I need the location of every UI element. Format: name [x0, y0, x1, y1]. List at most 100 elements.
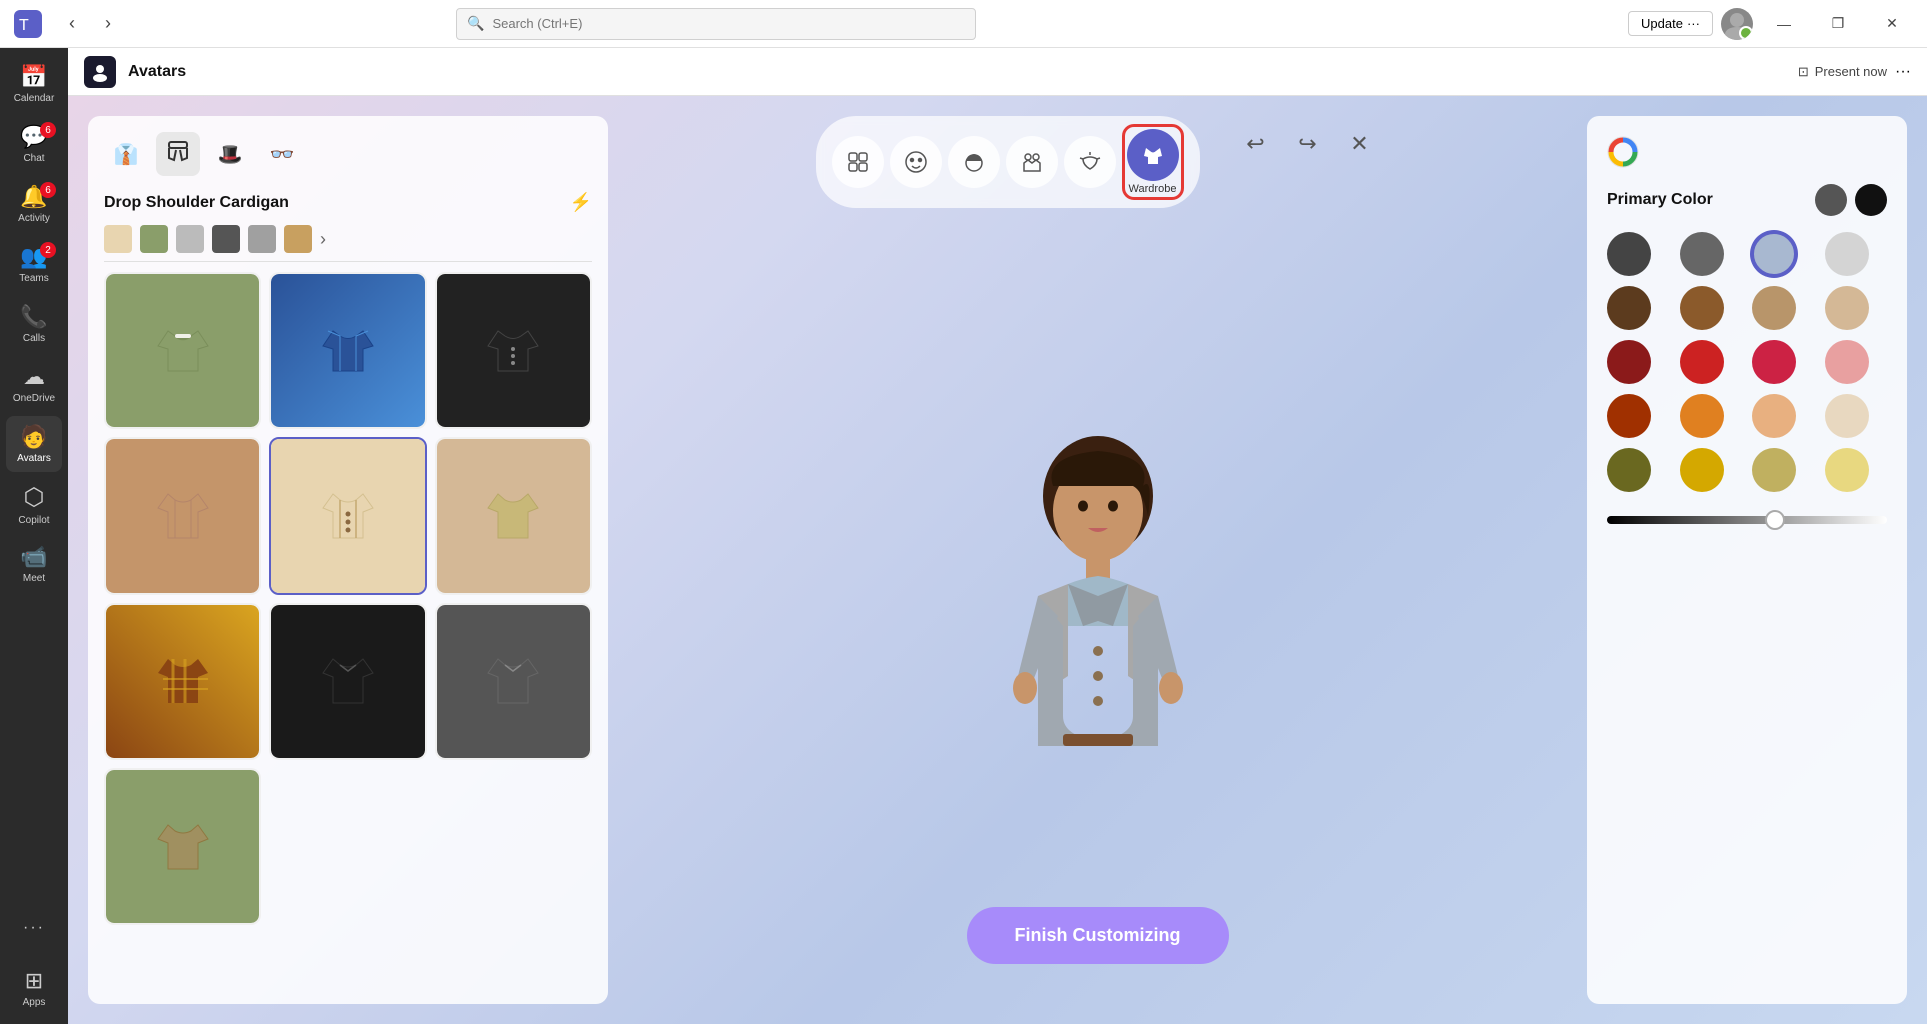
- item-khaki-jacket[interactable]: [435, 437, 592, 594]
- wardrobe-tab-hat[interactable]: 🎩: [208, 132, 252, 176]
- item-charcoal-blazer[interactable]: [435, 603, 592, 760]
- user-avatar-button[interactable]: [1721, 8, 1753, 40]
- maximize-button[interactable]: ❐: [1815, 8, 1861, 40]
- color-panel-header: [1607, 136, 1887, 168]
- calendar-icon: 📅: [20, 64, 47, 90]
- finish-customizing-button[interactable]: Finish Customizing: [967, 907, 1229, 964]
- color-swatch-olive[interactable]: [1607, 448, 1651, 492]
- wardrobe-tab-pants[interactable]: [156, 132, 200, 176]
- sidebar-label-avatars: Avatars: [17, 453, 51, 464]
- color-swatch-1[interactable]: [104, 225, 132, 253]
- toolbar-btn-hair[interactable]: [948, 136, 1000, 188]
- color-presets-row: [1815, 184, 1887, 216]
- filter-icon[interactable]: ⚡: [570, 192, 592, 213]
- item-black-blazer[interactable]: [269, 603, 426, 760]
- slider-thumb[interactable]: [1765, 510, 1785, 530]
- color-swatch-pink[interactable]: [1825, 340, 1869, 384]
- color-preset-gray[interactable]: [1815, 184, 1847, 216]
- sidebar-item-meet[interactable]: 📹 Meet: [6, 536, 62, 592]
- editor-area: 👔 🎩 👓: [68, 96, 1927, 1024]
- item-beige-cardigan[interactable]: [269, 437, 426, 594]
- glasses-icon: 👓: [270, 142, 295, 167]
- color-swatch-light-blue-gray[interactable]: [1752, 232, 1796, 276]
- color-swatch-dark-red[interactable]: [1607, 340, 1651, 384]
- sidebar-item-copilot[interactable]: ⬡ Copilot: [6, 476, 62, 532]
- color-swatch-rust[interactable]: [1607, 394, 1651, 438]
- item-military-jacket[interactable]: [435, 272, 592, 429]
- shirt-icon: 👔: [114, 142, 139, 167]
- search-bar[interactable]: 🔍: [456, 8, 976, 40]
- color-swatch-dark-gray[interactable]: [1607, 232, 1651, 276]
- color-swatch-cream[interactable]: [1825, 394, 1869, 438]
- forward-button[interactable]: ›: [92, 8, 124, 40]
- sidebar-item-apps[interactable]: ⊞ Apps: [6, 960, 62, 1016]
- toolbar-btn-wardrobe[interactable]: [1127, 129, 1179, 181]
- panel-title-row: Drop Shoulder Cardigan ⚡: [104, 192, 592, 213]
- copilot-icon: ⬡: [24, 483, 45, 512]
- sidebar-item-chat[interactable]: 6 💬 Chat: [6, 116, 62, 172]
- color-preset-black[interactable]: [1855, 184, 1887, 216]
- color-swatch-light-tan[interactable]: [1825, 286, 1869, 330]
- sidebar-label-chat: Chat: [23, 153, 44, 164]
- present-now-button[interactable]: ⊡ Present now: [1798, 64, 1887, 80]
- color-swatch-red[interactable]: [1752, 340, 1796, 384]
- section-title: Drop Shoulder Cardigan: [104, 194, 289, 212]
- item-hoodie[interactable]: [104, 272, 261, 429]
- toolbar-btn-face[interactable]: [890, 136, 942, 188]
- minimize-button[interactable]: —: [1761, 8, 1807, 40]
- sidebar-item-calendar[interactable]: 📅 Calendar: [6, 56, 62, 112]
- item-tweed-coat[interactable]: [104, 768, 261, 925]
- color-swatch-yellow[interactable]: [1680, 448, 1724, 492]
- close-button[interactable]: ✕: [1869, 8, 1915, 40]
- back-button[interactable]: ‹: [56, 8, 88, 40]
- color-swatch-peach[interactable]: [1752, 394, 1796, 438]
- wardrobe-tab-shirt[interactable]: 👔: [104, 132, 148, 176]
- toolbar-btn-avatar-select[interactable]: [832, 136, 884, 188]
- close-editor-button[interactable]: ✕: [1340, 124, 1380, 164]
- color-swatch-orange[interactable]: [1680, 394, 1724, 438]
- color-swatch-light-gray[interactable]: [1825, 232, 1869, 276]
- sidebar-item-calls[interactable]: 📞 Calls: [6, 296, 62, 352]
- wardrobe-panel: 👔 🎩 👓: [88, 116, 608, 1004]
- color-swatch-medium-gray[interactable]: [1680, 232, 1724, 276]
- activity-badge: 6: [40, 182, 56, 198]
- search-input[interactable]: [492, 16, 965, 31]
- header-more-button[interactable]: ···: [1895, 63, 1911, 81]
- color-swatch-tan-brown[interactable]: [1752, 286, 1796, 330]
- toolbar-btn-accessories[interactable]: [1064, 136, 1116, 188]
- color-swatch-5[interactable]: [248, 225, 276, 253]
- main-content: Avatars ⊡ Present now ··· 👔: [68, 48, 1927, 1024]
- color-swatch-crimson[interactable]: [1680, 340, 1724, 384]
- primary-color-row: Primary Color: [1607, 184, 1887, 216]
- sidebar-item-teams[interactable]: 2 👥 Teams: [6, 236, 62, 292]
- wardrobe-tab-glasses[interactable]: 👓: [260, 132, 304, 176]
- wardrobe-tabs: 👔 🎩 👓: [104, 132, 592, 176]
- item-plaid-coat[interactable]: [104, 603, 261, 760]
- color-swatch-khaki[interactable]: [1752, 448, 1796, 492]
- swatch-more-icon[interactable]: ›: [320, 225, 326, 253]
- color-grid: [1607, 232, 1887, 492]
- slider-track[interactable]: [1607, 516, 1887, 524]
- item-tan-cardigan[interactable]: [104, 437, 261, 594]
- update-button[interactable]: Update ···: [1628, 11, 1713, 36]
- item-blue-jacket[interactable]: [269, 272, 426, 429]
- sidebar-item-avatars[interactable]: 🧑 Avatars: [6, 416, 62, 472]
- redo-button[interactable]: ↪: [1288, 124, 1328, 164]
- color-swatch-4[interactable]: [212, 225, 240, 253]
- color-swatch-2[interactable]: [140, 225, 168, 253]
- color-panel: Primary Color: [1587, 116, 1907, 1004]
- color-swatch-light-yellow[interactable]: [1825, 448, 1869, 492]
- avatar-figure: [968, 396, 1228, 856]
- sidebar-item-onedrive[interactable]: ☁ OneDrive: [6, 356, 62, 412]
- toolbar-btn-body[interactable]: [1006, 136, 1058, 188]
- title-bar-actions: Update ··· — ❐ ✕: [1628, 8, 1915, 40]
- undo-button[interactable]: ↩: [1236, 124, 1276, 164]
- color-swatch-3[interactable]: [176, 225, 204, 253]
- color-swatch-6[interactable]: [284, 225, 312, 253]
- svg-text:T: T: [19, 17, 29, 34]
- color-swatch-dark-brown[interactable]: [1607, 286, 1651, 330]
- sidebar-item-more[interactable]: ···: [6, 900, 62, 956]
- color-swatch-medium-brown[interactable]: [1680, 286, 1724, 330]
- sidebar-label-activity: Activity: [18, 213, 50, 224]
- sidebar-item-activity[interactable]: 6 🔔 Activity: [6, 176, 62, 232]
